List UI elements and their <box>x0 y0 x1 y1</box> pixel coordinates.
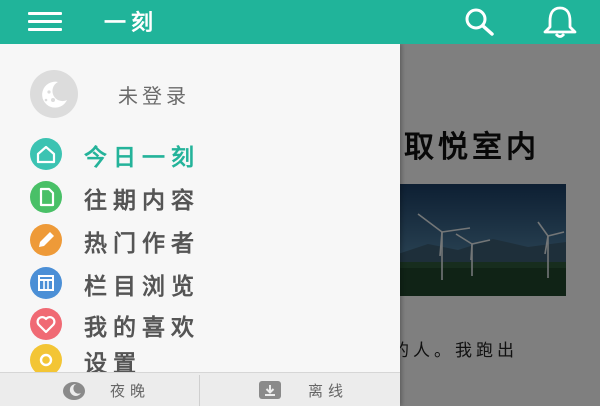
nav-item-favorites[interactable]: 我的喜欢 <box>30 304 360 344</box>
app-title: 一刻 <box>104 10 159 36</box>
pencil-icon <box>30 224 62 256</box>
offline-label: 离线 <box>308 382 349 400</box>
night-mode-button[interactable]: 夜晚 <box>0 373 199 406</box>
search-icon[interactable] <box>462 6 496 38</box>
home-icon <box>30 138 62 170</box>
bell-icon[interactable] <box>540 4 580 40</box>
nav-label: 栏目浏览 <box>84 273 200 300</box>
moon-icon <box>62 379 86 401</box>
app-bar: 一刻 <box>0 0 600 44</box>
login-status-label: 未登录 <box>118 84 190 108</box>
login-row[interactable]: 未登录 <box>30 70 350 118</box>
nav-label: 热门作者 <box>84 230 200 257</box>
columns-icon <box>30 267 62 299</box>
night-mode-label: 夜晚 <box>110 382 151 400</box>
moon-avatar-icon <box>30 70 78 118</box>
nav-item-archive[interactable]: 往期内容 <box>30 177 360 217</box>
nav-item-columns[interactable]: 栏目浏览 <box>30 263 360 303</box>
nav-label: 往期内容 <box>84 187 200 214</box>
offline-button[interactable]: 离线 <box>200 373 399 406</box>
hamburger-menu-icon[interactable] <box>28 10 64 34</box>
document-icon <box>30 181 62 213</box>
nav-label: 我的喜欢 <box>84 314 200 341</box>
navigation-drawer: 未登录 今日一刻 往期内容 热门作者 栏目浏览 我的喜欢 设置 夜晚 离线 <box>0 44 400 406</box>
nav-label: 今日一刻 <box>84 144 200 171</box>
download-icon <box>258 379 282 401</box>
nav-item-authors[interactable]: 热门作者 <box>30 220 360 260</box>
heart-icon <box>30 308 62 340</box>
drawer-bottom-bar: 夜晚 离线 <box>0 372 400 406</box>
nav-item-today[interactable]: 今日一刻 <box>30 134 360 174</box>
